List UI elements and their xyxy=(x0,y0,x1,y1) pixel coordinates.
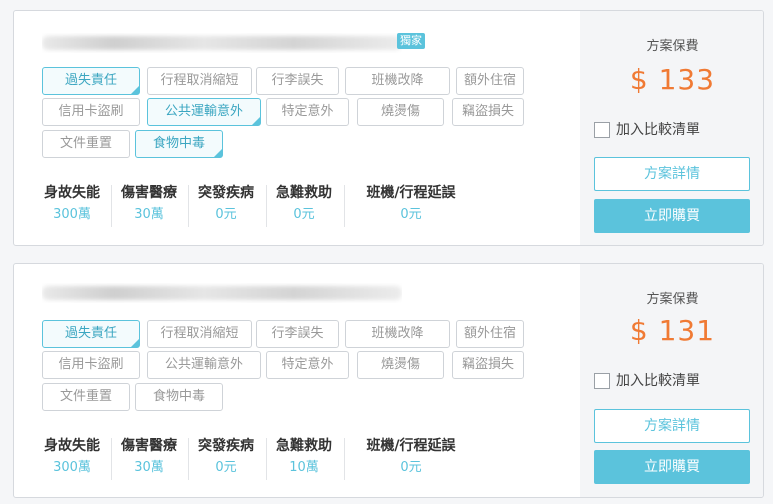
stat-death: 身故失能 300萬 xyxy=(42,436,102,482)
stat-label: 班機/行程延誤 xyxy=(366,185,456,201)
tag-theft[interactable]: 竊盜損失 xyxy=(452,351,524,379)
stat-death: 身故失能 300萬 xyxy=(42,183,102,229)
tag-transport-accident[interactable]: 公共運輸意外 xyxy=(147,98,261,126)
buy-now-button[interactable]: 立即購買 xyxy=(594,199,750,233)
stat-divider xyxy=(266,438,267,480)
compare-label: 加入比較清單 xyxy=(616,373,700,389)
tag-negligence[interactable]: 過失責任 xyxy=(42,67,140,95)
tag-extra-lodging[interactable]: 額外住宿 xyxy=(456,320,524,348)
tag-specific-accident[interactable]: 特定意外 xyxy=(266,98,349,126)
compare-checkbox[interactable]: 加入比較清單 xyxy=(594,121,700,141)
stat-label: 班機/行程延誤 xyxy=(366,438,456,454)
buy-now-button[interactable]: 立即購買 xyxy=(594,450,750,484)
compare-checkbox[interactable]: 加入比較清單 xyxy=(594,372,700,392)
stat-illness: 突發疾病 0元 xyxy=(195,183,257,229)
plan-info: 過失責任 行程取消縮短 行李誤失 班機改降 額外住宿 信用卡盜刷 公共運輸意外 … xyxy=(14,264,580,497)
stat-divider xyxy=(344,185,345,227)
stat-value: 10萬 xyxy=(289,460,319,475)
stat-value: 0元 xyxy=(293,207,315,222)
tag-flight-divert[interactable]: 班機改降 xyxy=(345,67,450,95)
tag-burn[interactable]: 燒燙傷 xyxy=(357,98,444,126)
stat-label: 突發疾病 xyxy=(198,185,254,201)
tag-card-fraud[interactable]: 信用卡盜刷 xyxy=(42,98,140,126)
plan-info: 獨家 過失責任 行程取消縮短 行李誤失 班機改降 額外住宿 信用卡盜刷 公共運輸… xyxy=(14,11,580,245)
tag-burn[interactable]: 燒燙傷 xyxy=(357,351,444,379)
tag-trip-cancel[interactable]: 行程取消縮短 xyxy=(147,320,252,348)
tag-extra-lodging[interactable]: 額外住宿 xyxy=(456,67,524,95)
plan-card-2: 過失責任 行程取消縮短 行李誤失 班機改降 額外住宿 信用卡盜刷 公共運輸意外 … xyxy=(13,263,764,498)
checkbox-icon[interactable] xyxy=(594,122,610,138)
plan-title[interactable] xyxy=(42,33,402,53)
stat-value: 30萬 xyxy=(134,207,164,222)
stat-delay: 班機/行程延誤 0元 xyxy=(351,436,471,482)
stat-label: 傷害醫療 xyxy=(121,438,177,454)
stat-label: 身故失能 xyxy=(44,185,100,201)
stat-value: 300萬 xyxy=(53,460,91,475)
plan-card-1: 獨家 過失責任 行程取消縮短 行李誤失 班機改降 額外住宿 信用卡盜刷 公共運輸… xyxy=(13,10,764,246)
tag-food-poison[interactable]: 食物中毒 xyxy=(135,383,223,411)
stat-delay: 班機/行程延誤 0元 xyxy=(351,183,471,229)
stat-divider xyxy=(344,438,345,480)
stat-illness: 突發疾病 0元 xyxy=(195,436,257,482)
stat-medical: 傷害醫療 30萬 xyxy=(118,183,180,229)
tag-baggage[interactable]: 行李誤失 xyxy=(256,320,339,348)
tag-theft[interactable]: 竊盜損失 xyxy=(452,98,524,126)
compare-label: 加入比較清單 xyxy=(616,122,700,138)
stat-divider xyxy=(111,185,112,227)
plan-price-panel: 方案保費 $ 133 加入比較清單 方案詳情 立即購買 xyxy=(580,11,763,245)
premium-price: $ 133 xyxy=(629,63,716,96)
premium-label: 方案保費 xyxy=(646,39,699,54)
stat-rescue: 急難救助 10萬 xyxy=(273,436,335,482)
tag-transport-accident[interactable]: 公共運輸意外 xyxy=(147,351,261,379)
stat-label: 急難救助 xyxy=(276,185,332,201)
stat-value: 0元 xyxy=(215,460,237,475)
redacted-title xyxy=(42,286,402,300)
tag-food-poison[interactable]: 食物中毒 xyxy=(135,130,223,158)
stat-label: 身故失能 xyxy=(44,438,100,454)
tag-card-fraud[interactable]: 信用卡盜刷 xyxy=(42,351,140,379)
stat-medical: 傷害醫療 30萬 xyxy=(118,436,180,482)
tag-negligence[interactable]: 過失責任 xyxy=(42,320,140,348)
exclusive-badge: 獨家 xyxy=(397,33,425,49)
stat-rescue: 急難救助 0元 xyxy=(273,183,335,229)
plan-title[interactable] xyxy=(42,283,402,303)
checkbox-icon[interactable] xyxy=(594,373,610,389)
stat-value: 0元 xyxy=(400,207,422,222)
tag-baggage[interactable]: 行李誤失 xyxy=(256,67,339,95)
redacted-title xyxy=(42,36,402,50)
stat-divider xyxy=(111,438,112,480)
plan-detail-button[interactable]: 方案詳情 xyxy=(594,409,750,443)
tag-specific-accident[interactable]: 特定意外 xyxy=(266,351,349,379)
tag-doc-reset[interactable]: 文件重置 xyxy=(42,130,130,158)
stat-value: 30萬 xyxy=(134,460,164,475)
stat-label: 急難救助 xyxy=(276,438,332,454)
tag-doc-reset[interactable]: 文件重置 xyxy=(42,383,130,411)
stat-value: 0元 xyxy=(215,207,237,222)
plan-detail-button[interactable]: 方案詳情 xyxy=(594,157,750,191)
premium-price: $ 131 xyxy=(629,314,716,347)
stat-divider xyxy=(188,185,189,227)
premium-label: 方案保費 xyxy=(646,292,699,307)
stat-divider xyxy=(188,438,189,480)
stat-label: 突發疾病 xyxy=(198,438,254,454)
stat-value: 0元 xyxy=(400,460,422,475)
plan-price-panel: 方案保費 $ 131 加入比較清單 方案詳情 立即購買 xyxy=(580,264,763,497)
tag-trip-cancel[interactable]: 行程取消縮短 xyxy=(147,67,252,95)
stat-label: 傷害醫療 xyxy=(121,185,177,201)
stat-value: 300萬 xyxy=(53,207,91,222)
tag-flight-divert[interactable]: 班機改降 xyxy=(345,320,450,348)
stat-divider xyxy=(266,185,267,227)
